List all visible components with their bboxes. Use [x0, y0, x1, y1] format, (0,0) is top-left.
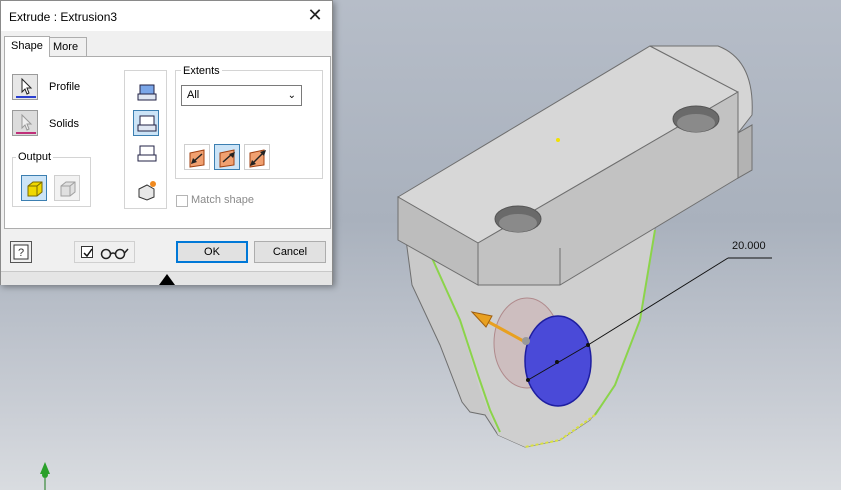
cut-button[interactable]: [133, 110, 159, 136]
expand-arrow-icon[interactable]: [159, 274, 175, 285]
direction-symmetric-button[interactable]: [244, 144, 270, 170]
shape-panel: Profile Solids Output Extents All ⌄ Matc…: [4, 56, 331, 229]
cursor-arrow-icon: [16, 113, 36, 134]
dim-point-b: [586, 343, 590, 347]
checkmark-icon: [83, 248, 93, 258]
solid-cube-icon: [27, 181, 43, 197]
cursor-arrow-icon: [16, 77, 36, 98]
match-shape-label: Match shape: [191, 194, 254, 206]
dim-point-a: [526, 378, 530, 382]
plate-side-end: [737, 124, 753, 179]
tab-shape[interactable]: Shape: [4, 36, 50, 57]
chevron-down-icon: ⌄: [287, 90, 296, 101]
svg-text:?: ?: [18, 247, 24, 259]
ok-button[interactable]: OK: [176, 241, 248, 263]
extents-dropdown[interactable]: All ⌄: [181, 85, 302, 106]
intersect-icon: [137, 145, 157, 162]
direction-flipped-button[interactable]: [214, 144, 240, 170]
output-surface-button[interactable]: [54, 175, 80, 201]
extrude-dialog: Extrude : Extrusion3 ✕ Shape More Profil…: [0, 0, 333, 285]
direction-flipped-icon: [219, 149, 235, 168]
dialog-titlebar[interactable]: Extrude : Extrusion3 ✕: [1, 1, 332, 31]
solids-select-button[interactable]: [12, 110, 38, 136]
preview-toggle[interactable]: [74, 241, 135, 263]
profile-select-button[interactable]: [12, 74, 38, 100]
output-solid-button[interactable]: [21, 175, 47, 201]
profile-label: Profile: [49, 81, 81, 93]
preview-checkbox[interactable]: [81, 246, 93, 258]
output-label: Output: [16, 151, 54, 163]
join-icon: [137, 84, 157, 101]
intersect-button[interactable]: [133, 140, 159, 166]
match-shape-checkbox[interactable]: [176, 195, 188, 207]
direction-arrow-base: [522, 337, 530, 345]
origin-point: [556, 138, 560, 142]
glasses-icon: [100, 248, 129, 260]
join-button[interactable]: [133, 79, 159, 105]
tab-more[interactable]: More: [46, 37, 87, 57]
dim-point-center: [555, 360, 559, 364]
direction-default-icon: [189, 149, 205, 168]
surface-cube-icon: [60, 181, 76, 197]
extents-value: All: [187, 89, 200, 101]
new-solid-icon: [138, 181, 156, 201]
hole-left-inner: [499, 214, 537, 232]
dialog-title: Extrude : Extrusion3: [9, 10, 118, 24]
cut-icon: [137, 115, 157, 132]
hole-right-inner: [677, 114, 715, 132]
help-icon: ?: [13, 244, 29, 260]
axis-origin: [42, 472, 48, 478]
direction-default-button[interactable]: [184, 144, 210, 170]
direction-symmetric-icon: [249, 149, 266, 168]
cancel-button[interactable]: Cancel: [254, 241, 326, 263]
close-icon[interactable]: ✕: [304, 6, 326, 26]
help-button[interactable]: ?: [10, 241, 32, 263]
solids-label: Solids: [49, 118, 79, 130]
dimension-value[interactable]: 20.000: [732, 240, 766, 252]
extents-label: Extents: [181, 65, 222, 77]
new-solid-button[interactable]: [133, 176, 159, 202]
